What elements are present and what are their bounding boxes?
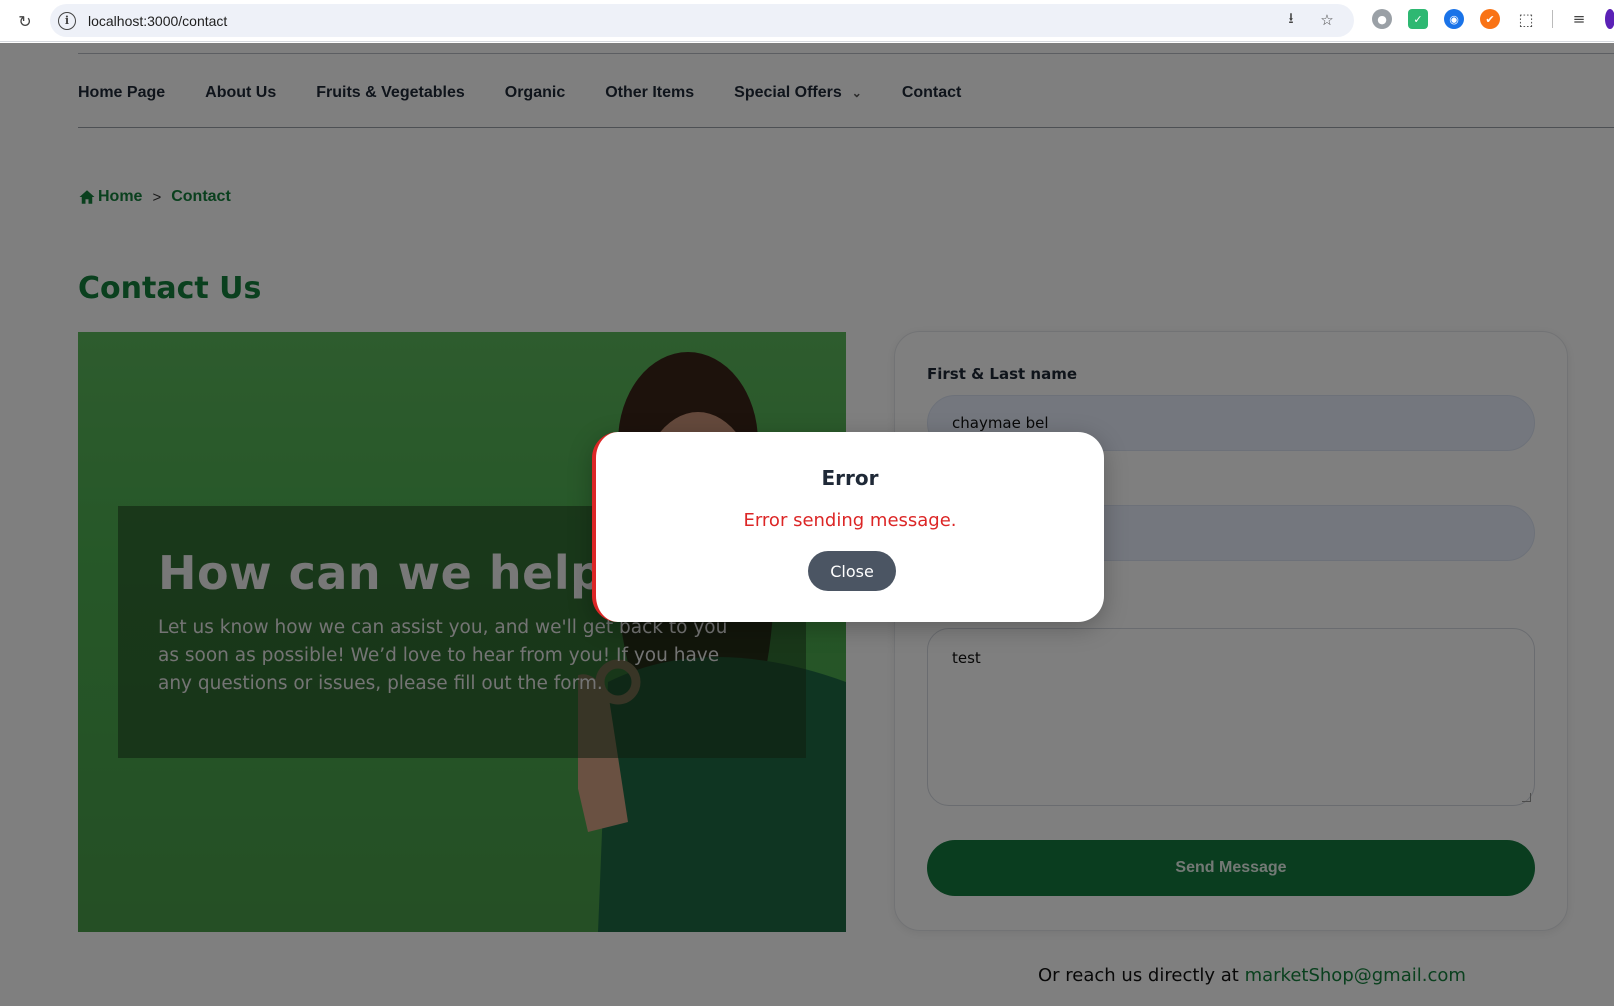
profile-avatar[interactable] (1605, 9, 1614, 29)
modal-title: Error (821, 466, 879, 490)
extensions-puzzle-icon[interactable]: ⬚ (1516, 9, 1536, 29)
orange-extension-icon[interactable]: ✔ (1480, 9, 1500, 29)
toolbar-divider (1552, 10, 1553, 28)
site-info-icon[interactable]: i (58, 11, 76, 30)
error-message: Error sending message. (743, 510, 957, 531)
close-button[interactable]: Close (808, 551, 896, 591)
browser-toolbar: ↻ i localhost:3000/contact ⭳ ☆ ● ✓ ◉ ✔ ⬚… (0, 0, 1614, 42)
error-modal: Error Error sending message. Close (592, 432, 1104, 622)
camera-extension-icon[interactable]: ● (1372, 9, 1392, 29)
reading-list-icon[interactable]: ≡ (1569, 9, 1589, 29)
url-text[interactable]: localhost:3000/contact (88, 13, 227, 29)
shield-extension-icon[interactable]: ✓ (1408, 9, 1428, 29)
bookmark-star-icon[interactable]: ☆ (1318, 11, 1336, 29)
reload-icon[interactable]: ↻ (12, 8, 38, 34)
address-bar[interactable]: i localhost:3000/contact ⭳ ☆ (50, 4, 1354, 37)
install-app-icon[interactable]: ⭳ (1282, 9, 1300, 29)
eye-extension-icon[interactable]: ◉ (1444, 9, 1464, 29)
